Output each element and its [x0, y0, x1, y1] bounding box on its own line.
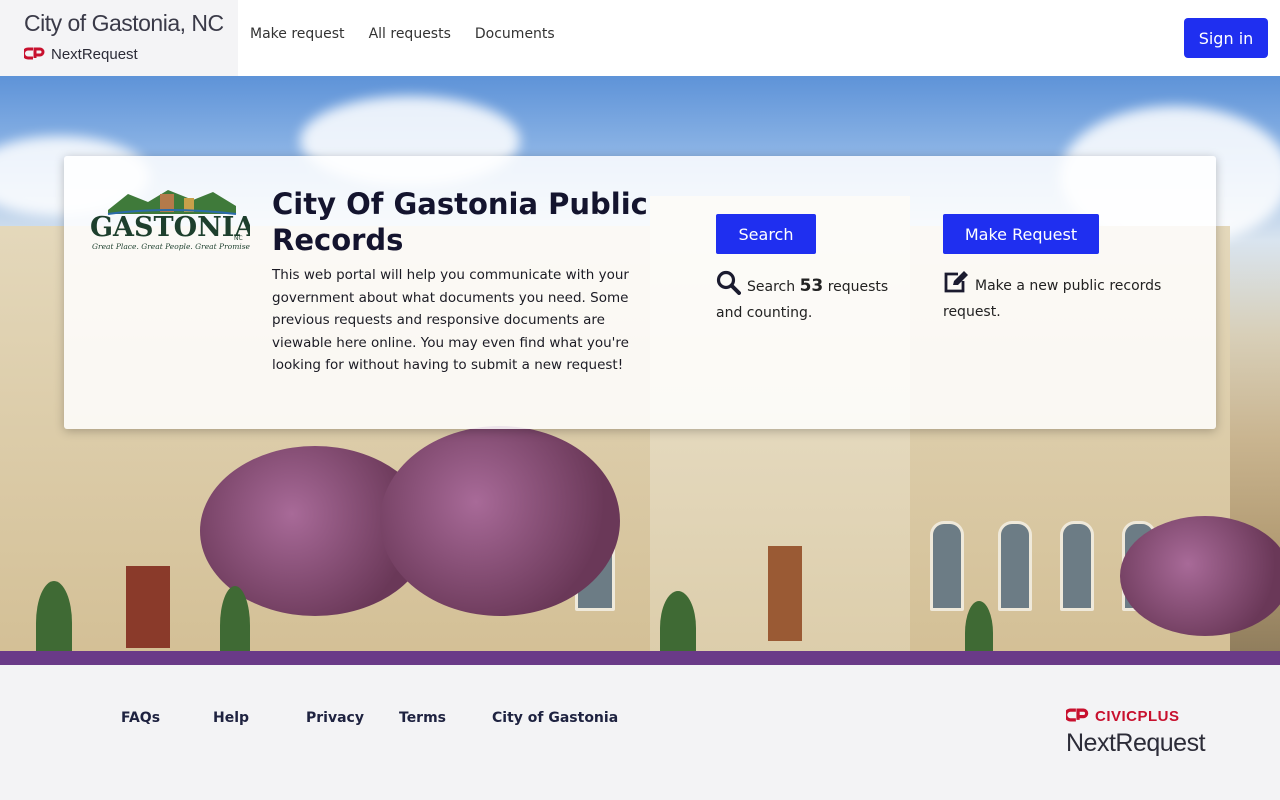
building-window: [930, 521, 964, 611]
civicplus-logo-icon: [1064, 707, 1089, 726]
sign-in-button[interactable]: Sign in: [1184, 18, 1268, 58]
footer-link-help[interactable]: Help: [213, 710, 249, 726]
svg-text:Great Place. Great People. Gre: Great Place. Great People. Great Promise…: [92, 242, 250, 251]
brand[interactable]: City of Gastonia, NC NextRequest: [0, 0, 238, 76]
building-door: [768, 546, 802, 641]
flower-bed: [0, 651, 1280, 665]
site-header: City of Gastonia, NC NextRequest Make re…: [0, 0, 1280, 76]
nextrequest-wordmark: NextRequest: [1066, 729, 1206, 757]
site-title[interactable]: City of Gastonia, NC: [24, 10, 238, 37]
building-door: [126, 566, 170, 648]
purple-tree: [380, 426, 620, 616]
footer-link-privacy[interactable]: Privacy: [306, 710, 364, 726]
nav-all-requests[interactable]: All requests: [369, 26, 451, 42]
nav-documents[interactable]: Documents: [475, 26, 555, 42]
svg-text:NC: NC: [234, 235, 243, 242]
search-icon: [716, 270, 741, 302]
page-title: City Of Gastonia Public Records: [272, 187, 648, 257]
edit-icon: [943, 270, 969, 301]
search-button[interactable]: Search: [716, 214, 816, 254]
footer-link-faqs[interactable]: FAQs: [121, 710, 160, 726]
make-request-button[interactable]: Make Request: [943, 214, 1099, 254]
building-window: [1060, 521, 1094, 611]
search-info: Search 53 requests and counting.: [716, 270, 916, 324]
civicplus-wordmark: CIVICPLUS: [1095, 708, 1180, 725]
svg-text:GASTONIA: GASTONIA: [90, 212, 250, 243]
gastonia-logo: GASTONIA NC Great Place. Great People. G…: [88, 184, 256, 254]
purple-tree: [1120, 516, 1280, 636]
civicplus-brand[interactable]: CIVICPLUS: [1064, 707, 1180, 726]
welcome-card: GASTONIA NC Great Place. Great People. G…: [64, 156, 1216, 429]
brand-product: NextRequest: [22, 45, 238, 64]
footer-link-city[interactable]: City of Gastonia: [492, 710, 618, 726]
building-window: [998, 521, 1032, 611]
make-request-info: Make a new public records request.: [943, 270, 1183, 323]
hero-banner: GASTONIA NC Great Place. Great People. G…: [0, 76, 1280, 665]
civicplus-logo-icon: [22, 45, 45, 64]
portal-description: This web portal will help you communicat…: [272, 267, 629, 373]
product-name: NextRequest: [51, 46, 138, 63]
request-count: 53: [799, 276, 824, 296]
footer-link-terms[interactable]: Terms: [399, 710, 446, 726]
search-info-prefix: Search: [747, 279, 796, 295]
nav-make-request[interactable]: Make request: [250, 26, 345, 42]
site-footer: FAQs Help Privacy Terms City of Gastonia…: [0, 665, 1280, 800]
make-request-text: Make a new public records request.: [943, 278, 1162, 320]
main-nav: Make request All requests Documents: [250, 26, 555, 42]
